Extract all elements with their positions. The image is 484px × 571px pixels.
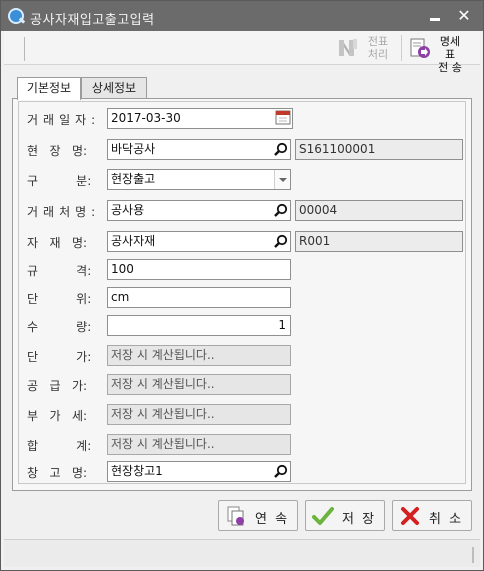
vat-field: 저장 시 계산됩니다.. — [107, 404, 291, 425]
chevron-down-icon[interactable] — [274, 170, 290, 189]
row-material: 자 재 명: 공사자재 R001 — [19, 230, 467, 252]
search-icon[interactable] — [273, 203, 288, 218]
row-warehouse: 창 고 명: 현장창고1 — [19, 460, 467, 482]
unit-price-label: 단 가: — [27, 350, 92, 364]
category-label: 구 분: — [27, 174, 92, 188]
minimize-button[interactable] — [425, 7, 445, 25]
unit-label: 단 위: — [27, 292, 92, 306]
material-label: 자 재 명: — [27, 236, 88, 250]
site-field[interactable]: 바닥공사 — [107, 139, 291, 160]
warehouse-label: 창 고 명: — [27, 466, 88, 480]
supply-amount-field: 저장 시 계산됩니다.. — [107, 374, 291, 395]
close-button[interactable]: ✕ — [454, 7, 474, 25]
slip-label-line2: 처리 — [367, 48, 389, 61]
trade-date-value: 2017-03-30 — [111, 111, 181, 125]
trade-date-field[interactable]: 2017-03-30 — [107, 108, 293, 129]
title-bar[interactable]: 공사자재입고출고입력 ✕ — [1, 1, 483, 31]
slip-process-button[interactable]: 전표 처리 — [337, 34, 397, 62]
warehouse-field[interactable]: 현장창고1 — [107, 461, 291, 482]
copy-document-icon — [227, 506, 244, 526]
site-label: 현 장 명: — [27, 144, 88, 158]
cross-icon — [401, 507, 419, 525]
row-unit: 단 위: cm — [19, 286, 467, 308]
status-bar — [4, 539, 480, 567]
calendar-icon[interactable] — [274, 108, 292, 127]
send-statement-button[interactable]: 명세표 전 송 — [405, 34, 477, 74]
send-label-line1: 명세표 — [439, 35, 461, 61]
category-select[interactable]: 현장출고 — [107, 169, 291, 190]
toolbar-grip — [24, 37, 25, 61]
slip-process-label: 전표 처리 — [363, 35, 393, 61]
minimize-icon — [430, 18, 440, 21]
row-supply-amount: 공 급 가: 저장 시 계산됩니다.. — [19, 373, 467, 395]
continue-label: 연 속 — [255, 512, 290, 527]
tab-basic-info[interactable]: 기본정보 — [17, 77, 81, 100]
cancel-button[interactable]: 취 소 — [392, 500, 472, 531]
cancel-label: 취 소 — [429, 512, 464, 527]
vat-label: 부 가 세: — [27, 409, 88, 423]
quantity-field[interactable]: 1 — [107, 315, 291, 336]
document-slip-icon — [339, 39, 357, 56]
row-total: 합 계: 저장 시 계산됩니다.. — [19, 433, 467, 455]
continue-button[interactable]: 연 속 — [218, 500, 298, 531]
form-group: 거래일자: 2017-03-30 현 장 명: 바닥공사 S161100001 … — [18, 101, 466, 484]
row-trade-date: 거래일자: 2017-03-30 — [19, 107, 467, 129]
material-code-field: R001 — [295, 231, 463, 252]
send-statement-label: 명세표 전 송 — [435, 35, 465, 74]
search-icon[interactable] — [273, 142, 288, 157]
warehouse-value: 현장창고1 — [111, 464, 163, 478]
row-site: 현 장 명: 바닥공사 S161100001 — [19, 138, 467, 160]
site-code-field: S161100001 — [295, 139, 463, 160]
category-value: 현장출고 — [111, 172, 156, 186]
save-button[interactable]: 저 장 — [305, 500, 385, 531]
save-label: 저 장 — [342, 512, 377, 527]
app-logo-icon — [8, 8, 24, 24]
row-customer: 거래처명: 공사용 00004 — [19, 199, 467, 221]
search-icon[interactable] — [273, 464, 288, 479]
quantity-label: 수 량: — [27, 320, 92, 334]
window-title: 공사자재입고출고입력 — [30, 13, 155, 28]
row-category: 구 분: 현장출고 — [19, 168, 467, 190]
toolbar-divider — [401, 35, 402, 61]
total-field: 저장 시 계산됩니다.. — [107, 434, 291, 455]
supply-amount-label: 공 급 가: — [27, 379, 88, 393]
toolbar: 전표 처리 명세표 전 송 — [4, 31, 480, 74]
checkmark-icon — [312, 507, 334, 525]
spec-field[interactable]: 100 — [107, 259, 291, 280]
customer-label: 거래처명: — [27, 205, 101, 219]
customer-field[interactable]: 공사용 — [107, 200, 291, 221]
send-statement-icon — [410, 38, 430, 58]
search-icon[interactable] — [273, 234, 288, 249]
material-field[interactable]: 공사자재 — [107, 231, 291, 252]
customer-code-field: 00004 — [295, 200, 463, 221]
row-vat: 부 가 세: 저장 시 계산됩니다.. — [19, 403, 467, 425]
row-unit-price: 단 가: 저장 시 계산됩니다.. — [19, 344, 467, 366]
tab-detail-info[interactable]: 상세정보 — [81, 77, 147, 99]
unit-price-field: 저장 시 계산됩니다.. — [107, 345, 291, 366]
customer-value: 공사용 — [111, 203, 145, 217]
site-value: 바닥공사 — [111, 142, 156, 156]
main-window: 공사자재입고출고입력 ✕ 전표 처리 명세표 전 송 기본정보 상세정보 거래일… — [0, 0, 484, 571]
material-value: 공사자재 — [111, 234, 156, 248]
resize-grip[interactable] — [472, 547, 474, 563]
row-quantity: 수 량: 1 — [19, 314, 467, 336]
total-label: 합 계: — [27, 439, 92, 453]
trade-date-label: 거래일자: — [27, 113, 101, 127]
row-spec: 규 격: 100 — [19, 258, 467, 280]
form-panel: 거래일자: 2017-03-30 현 장 명: 바닥공사 S161100001 … — [12, 98, 472, 491]
unit-field[interactable]: cm — [107, 287, 291, 308]
send-label-line2: 전 송 — [438, 61, 462, 74]
slip-label-line1: 전표 — [367, 35, 389, 48]
spec-label: 규 격: — [27, 264, 92, 278]
